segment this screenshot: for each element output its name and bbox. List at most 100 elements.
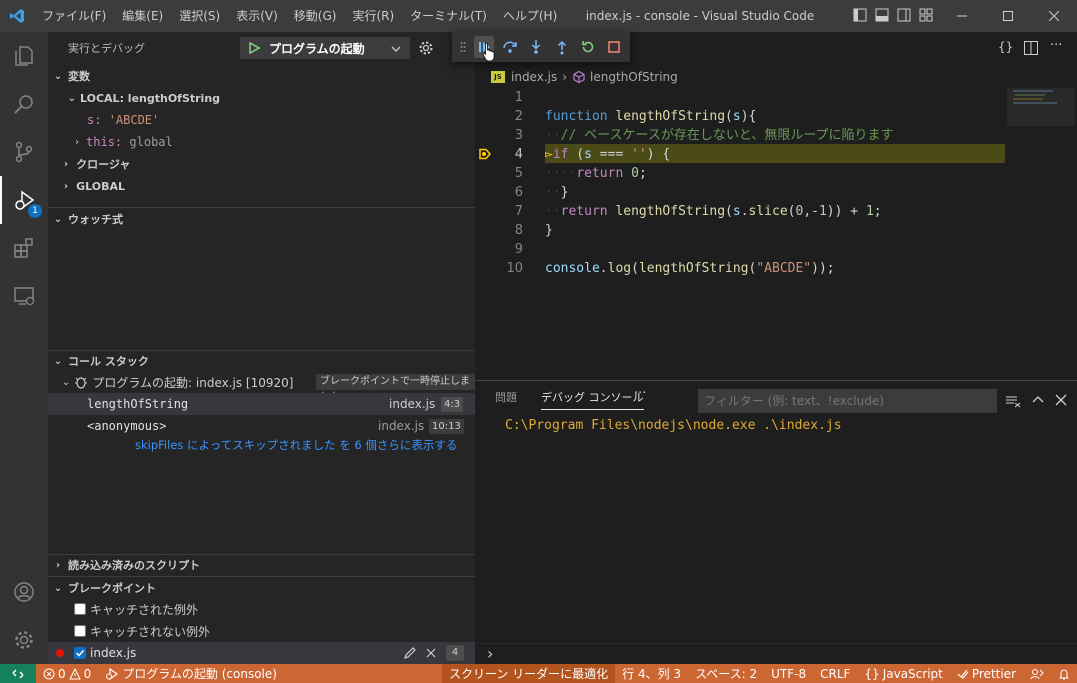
- step-out-icon[interactable]: [552, 36, 572, 58]
- step-over-icon[interactable]: [500, 36, 520, 58]
- caught-exceptions-item[interactable]: キャッチされた例外: [48, 598, 475, 620]
- method-symbol-icon: [573, 70, 585, 84]
- remote-explorer-icon[interactable]: [0, 272, 48, 320]
- indentation-status[interactable]: スペース: 2: [688, 665, 764, 682]
- loaded-scripts-section-header[interactable]: › 読み込み済みのスクリプト: [48, 554, 475, 576]
- screen-reader-status[interactable]: スクリーン リーダーに最適化: [441, 664, 616, 683]
- stack-frame[interactable]: lengthOfString index.js 4:3: [48, 393, 475, 415]
- feedback-icon[interactable]: [1023, 668, 1051, 680]
- restart-icon[interactable]: [578, 36, 598, 58]
- eol-status[interactable]: CRLF: [813, 667, 857, 681]
- debug-toolbar: [452, 32, 630, 62]
- tab-debug-console[interactable]: デバッグ コンソール: [541, 389, 644, 410]
- callstack-header-label: コール スタック: [68, 355, 149, 368]
- breadcrumb-symbol[interactable]: lengthOfString: [590, 70, 678, 84]
- breakpoints-section-header[interactable]: ⌄ ブレークポイント: [48, 577, 475, 599]
- code-editor[interactable]: 1 2 3 4 5 6 7 8 9 10 function lengthOfSt…: [475, 88, 1077, 380]
- line-number: 2: [514, 109, 523, 124]
- code-line: function lengthOfString(s){: [545, 109, 757, 124]
- open-launch-json-gear-icon[interactable]: [418, 40, 434, 56]
- menu-run[interactable]: 実行(R): [344, 0, 402, 32]
- stop-icon[interactable]: [604, 36, 624, 58]
- remote-indicator-icon[interactable]: [0, 664, 36, 683]
- menu-file[interactable]: ファイル(F): [34, 0, 114, 32]
- variable-name: this:: [86, 135, 123, 149]
- variable-value: 'ABCDE': [108, 113, 160, 127]
- minimap[interactable]: [1007, 88, 1077, 380]
- uncaught-exceptions-checkbox[interactable]: [74, 625, 86, 637]
- customize-layout-icon[interactable]: [918, 7, 934, 26]
- split-editor-icon[interactable]: [1023, 40, 1039, 56]
- debug-session-label: プログラムの起動 (console): [122, 667, 277, 681]
- breakpoints-header-label: ブレークポイント: [68, 582, 156, 595]
- extensions-icon[interactable]: [0, 224, 48, 272]
- json-braces-icon[interactable]: {}: [998, 40, 1013, 54]
- caught-exceptions-checkbox[interactable]: [74, 603, 86, 615]
- local-scope[interactable]: ⌄ LOCAL: lengthOfString: [48, 87, 475, 109]
- uncaught-exceptions-item[interactable]: キャッチされない例外: [48, 620, 475, 642]
- caught-exceptions-label: キャッチされた例外: [90, 602, 199, 617]
- launch-config-label: プログラムの起動: [269, 41, 365, 56]
- clear-console-icon[interactable]: [1005, 393, 1021, 409]
- variable-this[interactable]: › this: global: [48, 131, 475, 153]
- debug-session[interactable]: ⌄ プログラムの起動: index.js [10920] ブレークポイントで一時…: [48, 371, 475, 403]
- notifications-bell-icon[interactable]: [1051, 668, 1077, 680]
- variable-s[interactable]: s: 'ABCDE': [48, 109, 475, 131]
- remove-breakpoint-close-icon[interactable]: [425, 647, 437, 659]
- step-into-icon[interactable]: [526, 36, 546, 58]
- chevron-down-icon: ⌄: [67, 92, 76, 104]
- panel-more-icon[interactable]: ···: [634, 386, 646, 401]
- variables-header-label: 変数: [68, 70, 90, 83]
- title-bar: ファイル(F) 編集(E) 選択(S) 表示(V) 移動(G) 実行(R) ター…: [0, 0, 1077, 32]
- debug-console-filter-input[interactable]: [698, 389, 997, 413]
- maximize-icon[interactable]: [985, 0, 1031, 32]
- menu-selection[interactable]: 選択(S): [171, 0, 228, 32]
- breakpoint-checkbox[interactable]: [74, 647, 86, 659]
- minimize-icon[interactable]: [939, 0, 985, 32]
- toggle-sidebar-icon[interactable]: [852, 7, 868, 26]
- breadcrumb-file[interactable]: index.js: [511, 70, 557, 84]
- more-actions-icon[interactable]: ···: [1050, 38, 1062, 53]
- prettier-status[interactable]: Prettier: [950, 667, 1023, 681]
- source-control-icon[interactable]: [0, 128, 48, 176]
- search-icon[interactable]: [0, 80, 48, 128]
- cursor-position-status[interactable]: 行 4、列 3: [615, 665, 688, 682]
- menu-terminal[interactable]: ターミナル(T): [402, 0, 495, 32]
- show-skipped-frames-link[interactable]: skipFiles によってスキップされました を 6 個さらに表示する: [48, 434, 475, 456]
- accounts-icon[interactable]: [0, 568, 48, 616]
- toggle-panel-icon[interactable]: [874, 7, 890, 26]
- language-mode-status[interactable]: {} JavaScript: [857, 667, 949, 681]
- start-debug-icon[interactable]: [247, 41, 261, 55]
- explorer-icon[interactable]: [0, 32, 48, 80]
- warning-count: 0: [83, 666, 92, 681]
- window-controls: [939, 0, 1077, 32]
- toggle-secondary-sidebar-icon[interactable]: [896, 7, 912, 26]
- tab-problems[interactable]: 問題: [495, 389, 517, 405]
- launch-config-dropdown[interactable]: プログラムの起動: [240, 37, 410, 59]
- maximize-panel-chevron-up-icon[interactable]: [1032, 394, 1044, 406]
- console-input-row[interactable]: ›: [475, 643, 1077, 665]
- chevron-right-icon: ›: [64, 180, 69, 192]
- debug-session-status[interactable]: プログラムの起動 (console): [98, 665, 284, 682]
- global-scope[interactable]: › GLOBAL: [48, 175, 475, 197]
- status-bar: 0 0 プログラムの起動 (console) スクリーン リーダーに最適化 行 …: [0, 664, 1077, 683]
- menu-go[interactable]: 移動(G): [286, 0, 345, 32]
- menu-view[interactable]: 表示(V): [228, 0, 286, 32]
- variables-section-header[interactable]: ⌄ 変数: [48, 65, 475, 87]
- closure-scope[interactable]: › クロージャ: [48, 153, 475, 175]
- drag-handle-icon[interactable]: [458, 36, 468, 58]
- watch-section-header[interactable]: ⌄ ウォッチ式: [48, 208, 475, 230]
- menu-edit[interactable]: 編集(E): [114, 0, 171, 32]
- code-line: }: [545, 223, 553, 238]
- close-panel-icon[interactable]: [1055, 394, 1067, 406]
- close-window-icon[interactable]: [1031, 0, 1077, 32]
- callstack-section-header[interactable]: ⌄ コール スタック: [48, 350, 475, 372]
- stack-frame-position: 10:13: [429, 419, 464, 434]
- breakpoint-item[interactable]: index.js 4: [48, 642, 475, 664]
- manage-gear-icon[interactable]: [0, 616, 48, 664]
- chevron-right-icon: ›: [562, 70, 568, 84]
- edit-breakpoint-pencil-icon[interactable]: [403, 646, 417, 660]
- encoding-status[interactable]: UTF-8: [764, 667, 813, 681]
- problems-status[interactable]: 0 0: [36, 667, 98, 681]
- run-and-debug-icon[interactable]: 1: [0, 176, 48, 224]
